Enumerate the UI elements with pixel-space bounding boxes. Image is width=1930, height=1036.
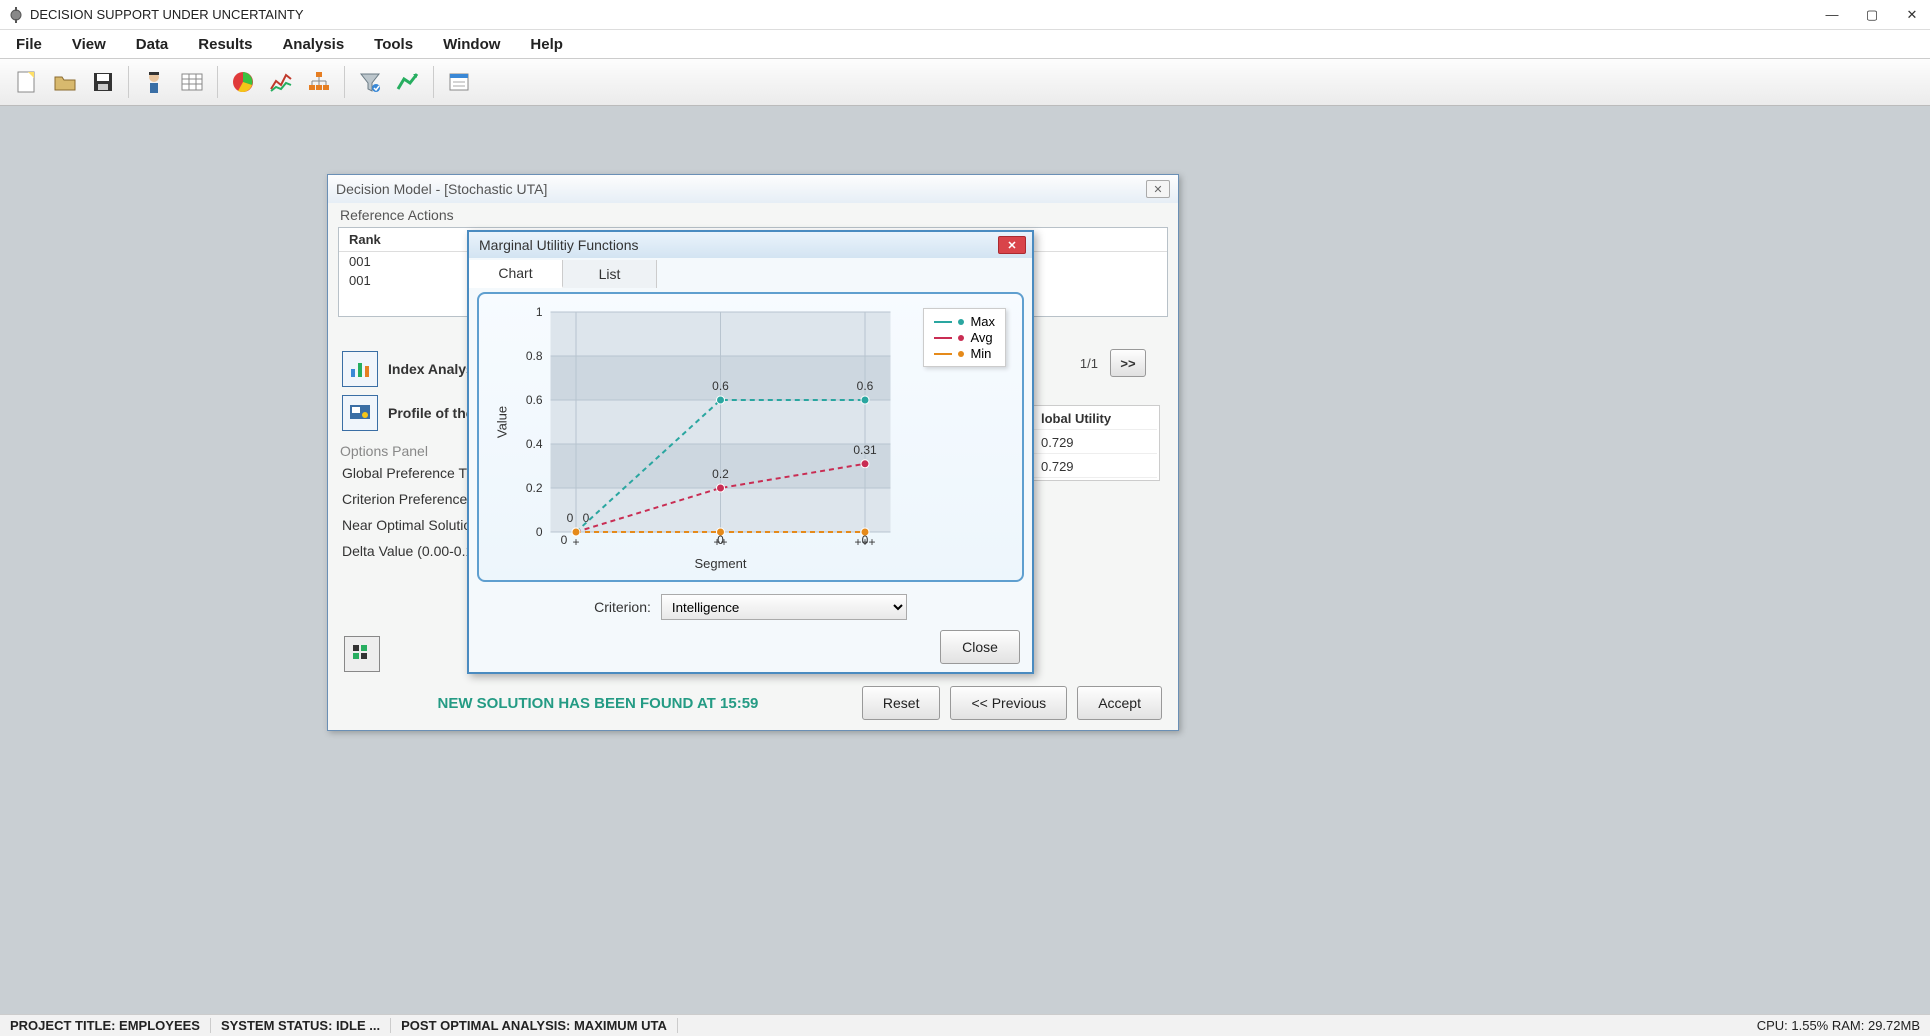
menu-window[interactable]: Window [437, 32, 506, 57]
legend-min: Min [970, 346, 991, 361]
toolbar-pie-button[interactable] [226, 65, 260, 99]
global-utility-header: lobal Utility [1033, 408, 1157, 430]
previous-button[interactable]: << Previous [950, 686, 1067, 720]
toolbar-hierarchy-button[interactable] [302, 65, 336, 99]
svg-text:0.6: 0.6 [712, 379, 729, 393]
criterion-label: Criterion: [594, 599, 651, 615]
status-analysis: POST OPTIMAL ANALYSIS: MAXIMUM UTA [391, 1018, 678, 1033]
panel-close-button[interactable]: ✕ [1146, 180, 1170, 198]
pager-next-button[interactable]: >> [1110, 349, 1146, 377]
svg-text:0.8: 0.8 [526, 349, 543, 363]
svg-text:0: 0 [862, 533, 869, 547]
profile-icon[interactable] [342, 395, 378, 431]
table-icon [179, 69, 205, 95]
reference-actions-label: Reference Actions [328, 203, 1178, 227]
svg-text:0: 0 [561, 533, 568, 547]
panel-title: Decision Model - [Stochastic UTA] [336, 181, 1146, 197]
svg-text:+: + [572, 535, 579, 549]
toolbar [0, 58, 1930, 106]
linechart-icon [268, 69, 294, 95]
pager-text: 1/1 [1080, 356, 1098, 371]
svg-text:0: 0 [536, 525, 543, 539]
menubar: File View Data Results Analysis Tools Wi… [0, 30, 1930, 58]
legend-max: Max [970, 314, 995, 329]
svg-text:0.31: 0.31 [853, 443, 877, 457]
svg-text:0.4: 0.4 [526, 437, 543, 451]
reset-button[interactable]: Reset [862, 686, 941, 720]
svg-text:0.6: 0.6 [857, 379, 874, 393]
hierarchy-icon [306, 69, 332, 95]
menu-view[interactable]: View [66, 32, 112, 57]
tab-chart[interactable]: Chart [469, 260, 563, 288]
tab-list[interactable]: List [563, 260, 657, 288]
filter-icon [357, 69, 383, 95]
svg-text:0: 0 [583, 511, 590, 525]
svg-text:0: 0 [567, 511, 574, 525]
svg-text:Segment: Segment [694, 556, 746, 571]
svg-text:0.6: 0.6 [526, 393, 543, 407]
chart-container: 00.20.40.60.81++++++SegmentValue00.60.60… [477, 292, 1024, 582]
toolbar-details-button[interactable] [442, 65, 476, 99]
toolbar-filter-button[interactable] [353, 65, 387, 99]
legend-avg: Avg [970, 330, 992, 345]
toolbar-stockchart-button[interactable] [391, 65, 425, 99]
accept-button[interactable]: Accept [1077, 686, 1162, 720]
titlebar: DECISION SUPPORT UNDER UNCERTAINTY — ▢ ✕ [0, 0, 1930, 30]
grid-tool-button[interactable] [344, 636, 380, 672]
menu-tools[interactable]: Tools [368, 32, 419, 57]
close-button[interactable]: ✕ [1902, 5, 1922, 25]
statusbar: PROJECT TITLE: EMPLOYEES SYSTEM STATUS: … [0, 1014, 1930, 1036]
toolbar-table-button[interactable] [175, 65, 209, 99]
marginal-utility-dialog: Marginal Utilitiy Functions ✕ Chart List… [467, 230, 1034, 674]
svg-text:0: 0 [717, 533, 724, 547]
svg-text:Value: Value [495, 406, 510, 438]
toolbar-save-button[interactable] [86, 65, 120, 99]
menu-results[interactable]: Results [192, 32, 258, 57]
modal-close-action-button[interactable]: Close [940, 630, 1020, 664]
global-utility-table: lobal Utility 0.729 0.729 [1030, 405, 1160, 481]
maximize-button[interactable]: ▢ [1862, 5, 1882, 25]
grid-icon [351, 643, 373, 665]
save-icon [90, 69, 116, 95]
menu-analysis[interactable]: Analysis [276, 32, 350, 57]
open-icon [52, 69, 78, 95]
workspace: Decision Model - [Stochastic UTA] ✕ Refe… [0, 106, 1930, 1014]
chart-legend: Max Avg Min [923, 308, 1006, 367]
status-cpu: CPU: 1.55% RAM: 29.72MB [1747, 1018, 1930, 1033]
new-icon [14, 69, 40, 95]
app-icon [8, 7, 24, 23]
status-project: PROJECT TITLE: EMPLOYEES [0, 1018, 211, 1033]
svg-text:0.2: 0.2 [526, 481, 543, 495]
toolbar-open-button[interactable] [48, 65, 82, 99]
details-icon [446, 69, 472, 95]
piechart-icon [230, 69, 256, 95]
menu-file[interactable]: File [10, 32, 48, 57]
svg-text:1: 1 [536, 305, 543, 319]
profile-icon [348, 401, 372, 425]
wizard-icon [141, 69, 167, 95]
menu-data[interactable]: Data [130, 32, 175, 57]
table-row: 0.729 [1033, 456, 1157, 478]
modal-close-button[interactable]: ✕ [998, 236, 1026, 254]
toolbar-wizard-button[interactable] [137, 65, 171, 99]
index-analysis-icon[interactable] [342, 351, 378, 387]
criterion-select[interactable]: Intelligence [661, 594, 907, 620]
stockchart-icon [395, 69, 421, 95]
solution-status: NEW SOLUTION HAS BEEN FOUND AT 15:59 [344, 695, 852, 712]
toolbar-linechart-button[interactable] [264, 65, 298, 99]
barchart-icon [348, 357, 372, 381]
menu-help[interactable]: Help [524, 32, 569, 57]
app-title: DECISION SUPPORT UNDER UNCERTAINTY [30, 7, 1822, 22]
modal-title: Marginal Utilitiy Functions [479, 237, 998, 253]
minimize-button[interactable]: — [1822, 5, 1842, 25]
table-row: 0.729 [1033, 432, 1157, 454]
svg-text:0.2: 0.2 [712, 467, 729, 481]
toolbar-new-button[interactable] [10, 65, 44, 99]
status-system: SYSTEM STATUS: IDLE ... [211, 1018, 391, 1033]
